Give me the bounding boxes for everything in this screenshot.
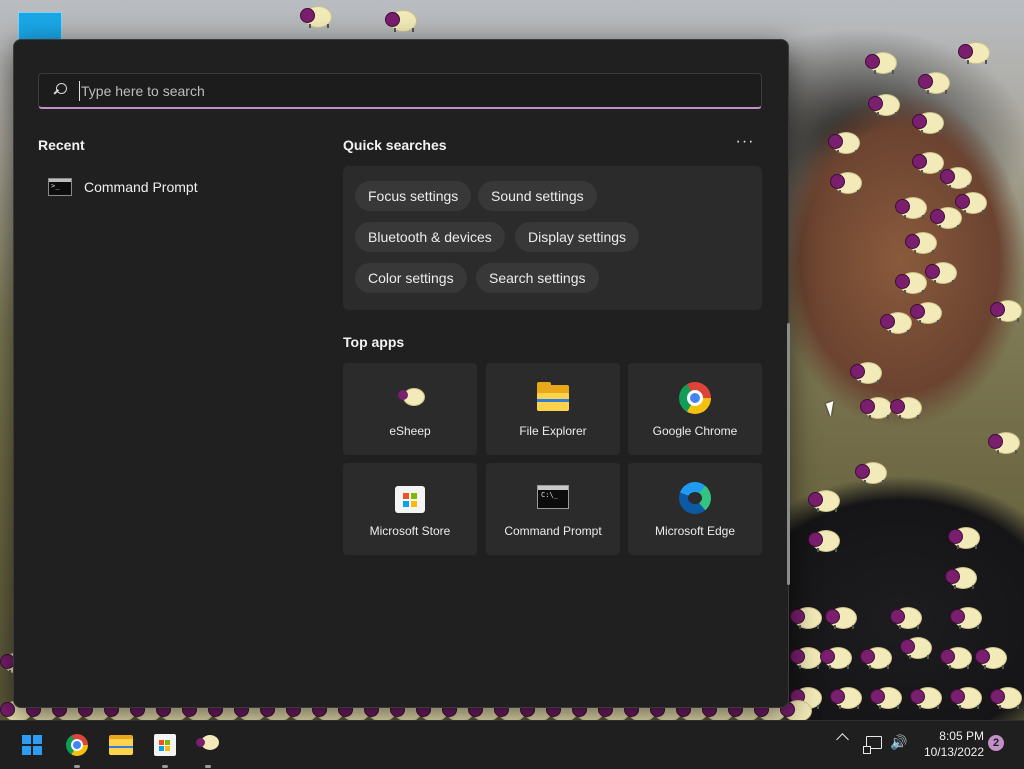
sheep-sprite[interactable] — [895, 270, 927, 294]
taskbar-store-button[interactable] — [149, 729, 181, 768]
sheep-sprite[interactable] — [912, 110, 944, 134]
sheep-sprite[interactable] — [828, 130, 860, 154]
sheep-sprite[interactable] — [950, 605, 982, 629]
volume-icon[interactable]: 🔊 — [890, 734, 908, 750]
sheep-sprite[interactable] — [808, 488, 840, 512]
chip-color-settings[interactable]: Color settings — [355, 263, 467, 293]
chrome-icon — [66, 734, 88, 756]
quick-searches-title: Quick searches — [343, 137, 447, 153]
sheep-sprite[interactable] — [855, 460, 887, 484]
app-label: Microsoft Edge — [654, 524, 736, 538]
sheep-sprite[interactable] — [870, 685, 902, 709]
clock-date: 10/13/2022 — [923, 745, 984, 759]
sheep-sprite[interactable] — [910, 685, 942, 709]
chip-bluetooth-devices[interactable]: Bluetooth & devices — [355, 222, 505, 252]
scrollbar[interactable] — [787, 323, 790, 585]
taskbar-esheep-button[interactable] — [192, 729, 224, 768]
more-options-button[interactable]: ··· — [730, 132, 760, 156]
sheep-sprite[interactable] — [958, 40, 990, 64]
sheep-sprite[interactable] — [820, 645, 852, 669]
start-menu: Recent Command Prompt Quick searches ···… — [13, 39, 790, 708]
sheep-sprite[interactable] — [850, 360, 882, 384]
recent-item-label: Command Prompt — [84, 179, 198, 195]
edge-icon — [679, 482, 711, 514]
recent-title: Recent — [38, 137, 85, 153]
sheep-sprite[interactable] — [880, 310, 912, 334]
notification-badge[interactable]: 2 — [988, 735, 1004, 751]
sheep-sprite[interactable] — [918, 70, 950, 94]
taskbar-chrome-button[interactable] — [61, 729, 93, 768]
sheep-sprite[interactable] — [948, 525, 980, 549]
command-prompt-icon — [48, 178, 72, 196]
folder-icon — [109, 735, 133, 755]
sheep-sprite[interactable] — [868, 92, 900, 116]
app-label: eSheep — [389, 424, 431, 438]
app-tile-microsoft-store[interactable]: Microsoft Store — [343, 463, 477, 555]
sheep-sprite[interactable] — [910, 300, 942, 324]
sheep-sprite[interactable] — [385, 8, 417, 32]
command-prompt-icon — [537, 485, 569, 509]
sheep-sprite[interactable] — [988, 430, 1020, 454]
sheep-sprite[interactable] — [945, 565, 977, 589]
app-tile-microsoft-edge[interactable]: Microsoft Edge — [628, 463, 762, 555]
app-label: Command Prompt — [504, 524, 602, 538]
sheep-sprite[interactable] — [925, 260, 957, 284]
sheep-sprite[interactable] — [300, 4, 332, 28]
taskbar-start-button[interactable] — [16, 729, 48, 761]
search-input[interactable] — [79, 80, 761, 101]
mouse-cursor — [825, 401, 839, 417]
app-label: Google Chrome — [652, 424, 738, 438]
chip-focus-settings[interactable]: Focus settings — [355, 181, 472, 211]
chip-search-settings[interactable]: Search settings — [476, 263, 599, 293]
windows-logo-icon — [22, 735, 42, 755]
store-icon — [154, 734, 176, 756]
app-tile-esheep[interactable]: eSheep — [343, 363, 477, 455]
sheep-sprite[interactable] — [900, 635, 932, 659]
app-label: Microsoft Store — [369, 524, 451, 538]
quick-searches-panel: Focus settings Sound settings Bluetooth … — [343, 166, 762, 310]
app-tile-command-prompt[interactable]: Command Prompt — [486, 463, 620, 555]
sheep-sprite[interactable] — [905, 230, 937, 254]
sheep-sprite[interactable] — [790, 605, 822, 629]
taskbar-clock[interactable]: 8:05 PM 10/13/2022 — [918, 728, 984, 760]
clock-time: 8:05 PM — [939, 729, 984, 743]
taskbar-file-explorer-button[interactable] — [105, 729, 137, 761]
sheep-sprite[interactable] — [895, 195, 927, 219]
sheep-sprite[interactable] — [890, 395, 922, 419]
sheep-sprite[interactable] — [860, 645, 892, 669]
chip-display-settings[interactable]: Display settings — [515, 222, 640, 252]
app-label: File Explorer — [519, 424, 587, 438]
sheep-sprite[interactable] — [940, 165, 972, 189]
recent-item-command-prompt[interactable]: Command Prompt — [38, 170, 318, 204]
sheep-head — [196, 738, 205, 747]
sheep-sprite[interactable] — [825, 605, 857, 629]
sheep-sprite[interactable] — [860, 395, 892, 419]
sheep-sprite[interactable] — [865, 50, 897, 74]
app-tile-google-chrome[interactable]: Google Chrome — [628, 363, 762, 455]
sheep-sprite[interactable] — [930, 205, 962, 229]
top-apps-title: Top apps — [343, 334, 405, 350]
sheep-sprite[interactable] — [912, 150, 944, 174]
sheep-sprite[interactable] — [830, 685, 862, 709]
sheep-sprite[interactable] — [890, 605, 922, 629]
sheep-sprite[interactable] — [790, 645, 822, 669]
file-explorer-icon — [537, 382, 569, 414]
sheep-sprite[interactable] — [830, 170, 862, 194]
network-icon[interactable] — [863, 736, 882, 754]
sheep-sprite[interactable] — [940, 645, 972, 669]
esheep-icon — [394, 382, 426, 414]
sheep-sprite[interactable] — [975, 645, 1007, 669]
sheep-sprite[interactable] — [950, 685, 982, 709]
app-tile-file-explorer[interactable]: File Explorer — [486, 363, 620, 455]
search-icon — [53, 82, 69, 99]
chip-sound-settings[interactable]: Sound settings — [478, 181, 597, 211]
chrome-icon — [679, 382, 711, 414]
search-box[interactable] — [38, 73, 762, 109]
microsoft-store-icon — [394, 482, 426, 514]
sheep-sprite[interactable] — [808, 528, 840, 552]
sheep-sprite[interactable] — [990, 685, 1022, 709]
sheep-sprite[interactable] — [990, 298, 1022, 322]
